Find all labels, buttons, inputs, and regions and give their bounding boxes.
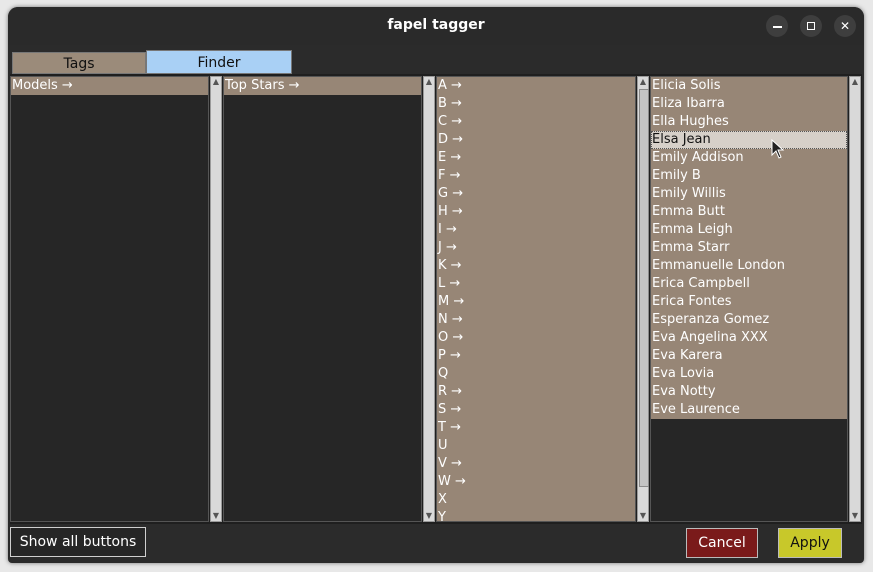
letter-item[interactable]: F → xyxy=(437,167,635,185)
name-item[interactable]: Eva Lovia xyxy=(651,365,847,383)
letter-item[interactable]: I → xyxy=(437,221,635,239)
letter-item[interactable]: J → xyxy=(437,239,635,257)
name-item[interactable]: Eva Notty xyxy=(651,383,847,401)
letter-item[interactable]: C → xyxy=(437,113,635,131)
topstars-list[interactable]: Top Stars → xyxy=(223,76,422,522)
title-bar: fapel tagger ✕ xyxy=(8,7,864,45)
topstars-scrollbar[interactable]: ▲ ▼ xyxy=(423,76,435,522)
finder-panel: Models → ▲ ▼ Top Stars → ▲ ▼ A → B → C → D … xyxy=(10,74,862,524)
scroll-up-icon[interactable]: ▲ xyxy=(211,77,221,87)
name-item[interactable]: Eva Angelina XXX xyxy=(651,329,847,347)
name-item[interactable]: Emmanuelle London xyxy=(651,257,847,275)
scroll-down-icon[interactable]: ▼ xyxy=(638,511,648,521)
name-item[interactable]: Elicia Solis xyxy=(651,77,847,95)
name-item[interactable]: Erica Fontes xyxy=(651,293,847,311)
minimize-button[interactable] xyxy=(766,15,788,37)
name-item[interactable]: Emily B xyxy=(651,167,847,185)
close-button[interactable]: ✕ xyxy=(834,15,856,37)
scroll-down-icon[interactable]: ▼ xyxy=(424,511,434,521)
name-item[interactable]: Eva Karera xyxy=(651,347,847,365)
name-item[interactable]: Emily Willis xyxy=(651,185,847,203)
letter-item[interactable]: T → xyxy=(437,419,635,437)
scroll-up-icon[interactable]: ▲ xyxy=(850,77,860,87)
letter-item[interactable]: L → xyxy=(437,275,635,293)
name-item[interactable]: Erica Campbell xyxy=(651,275,847,293)
scroll-up-icon[interactable]: ▲ xyxy=(638,77,648,87)
name-item[interactable]: Emma Leigh xyxy=(651,221,847,239)
letter-item[interactable]: X xyxy=(437,491,635,509)
cancel-button[interactable]: Cancel xyxy=(686,528,758,558)
scroll-down-icon[interactable]: ▼ xyxy=(850,511,860,521)
name-item[interactable]: Eve Laurence xyxy=(651,401,847,419)
tab-tags[interactable]: Tags xyxy=(12,52,146,74)
app-window: fapel tagger ✕ Tags Finder Models → ▲ ▼ … xyxy=(8,7,864,563)
topstars-header[interactable]: Top Stars → xyxy=(224,77,421,95)
apply-button[interactable]: Apply xyxy=(778,528,842,558)
letter-item[interactable]: V → xyxy=(437,455,635,473)
scroll-up-icon[interactable]: ▲ xyxy=(424,77,434,87)
maximize-icon xyxy=(807,22,815,30)
mouse-cursor-icon xyxy=(771,139,785,159)
letter-item[interactable]: A → xyxy=(437,77,635,95)
tab-finder[interactable]: Finder xyxy=(146,50,292,74)
close-icon: ✕ xyxy=(839,19,851,33)
letter-item[interactable]: M → xyxy=(437,293,635,311)
show-all-buttons-button[interactable]: Show all buttons xyxy=(10,527,146,557)
names-list[interactable]: Elicia Solis Eliza Ibarra Ella Hughes Elsa … xyxy=(650,76,848,522)
maximize-button[interactable] xyxy=(800,15,822,37)
letter-item[interactable]: Y xyxy=(437,509,635,521)
letter-item[interactable]: O → xyxy=(437,329,635,347)
models-header[interactable]: Models → xyxy=(11,77,208,95)
name-item[interactable]: Ella Hughes xyxy=(651,113,847,131)
models-list[interactable]: Models → xyxy=(10,76,209,522)
name-item[interactable]: Esperanza Gomez xyxy=(651,311,847,329)
letter-item[interactable]: E → xyxy=(437,149,635,167)
letter-item[interactable]: G → xyxy=(437,185,635,203)
letters-list[interactable]: A → B → C → D → E → F → G → H → I → J → K → L → M → N… xyxy=(436,76,636,522)
letter-item[interactable]: U xyxy=(437,437,635,455)
minimize-icon xyxy=(772,26,782,28)
name-item[interactable]: Eliza Ibarra xyxy=(651,95,847,113)
letter-item[interactable]: B → xyxy=(437,95,635,113)
name-item[interactable]: Emily Addison xyxy=(651,149,847,167)
scroll-thumb[interactable] xyxy=(639,89,649,487)
letter-item[interactable]: N → xyxy=(437,311,635,329)
scroll-down-icon[interactable]: ▼ xyxy=(211,511,221,521)
name-item[interactable]: Elsa Jean xyxy=(651,131,847,149)
letter-item[interactable]: R → xyxy=(437,383,635,401)
letter-item[interactable]: P → xyxy=(437,347,635,365)
names-scrollbar[interactable]: ▲ ▼ xyxy=(849,76,861,522)
models-scrollbar[interactable]: ▲ ▼ xyxy=(210,76,222,522)
letter-item[interactable]: Q xyxy=(437,365,635,383)
name-item[interactable]: Emma Butt xyxy=(651,203,847,221)
letter-item[interactable]: D → xyxy=(437,131,635,149)
window-title: fapel tagger xyxy=(387,17,485,33)
letter-item[interactable]: K → xyxy=(437,257,635,275)
letter-item[interactable]: H → xyxy=(437,203,635,221)
name-item[interactable]: Emma Starr xyxy=(651,239,847,257)
letters-scrollbar[interactable]: ▲ ▼ xyxy=(637,76,649,522)
letter-item[interactable]: S → xyxy=(437,401,635,419)
letter-item[interactable]: W → xyxy=(437,473,635,491)
